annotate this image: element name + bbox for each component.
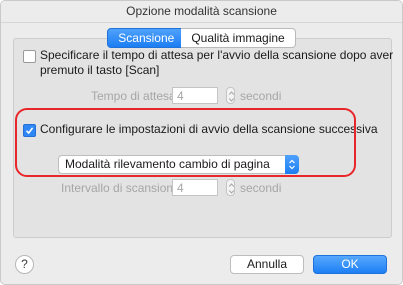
cancel-button[interactable]: Annulla <box>230 255 304 274</box>
scan-mode-dialog: Opzione modalità scansione Scansione Qual… <box>0 0 403 285</box>
wait-time-stepper[interactable] <box>226 87 235 104</box>
scan-mode-select[interactable]: Modalità rilevamento cambio di pagina <box>58 155 299 174</box>
wait-time-label-line1: Specificare il tempo di attesa per l'avv… <box>40 48 394 62</box>
chevron-up-down-icon <box>289 159 295 170</box>
scan-interval-unit: secondi <box>240 181 282 195</box>
next-scan-checkbox[interactable] <box>23 124 36 137</box>
wait-time-checkbox[interactable] <box>23 50 36 63</box>
stepper-arrows-icon <box>228 91 235 102</box>
question-mark-icon[interactable]: ? <box>15 255 34 274</box>
scan-interval-stepper[interactable] <box>226 179 235 196</box>
tab-bar: Scansione Qualità immagine <box>1 28 402 48</box>
tab-scansione[interactable]: Scansione <box>107 28 186 48</box>
wait-time-label-line2: premuto il tasto [Scan] <box>40 63 160 77</box>
ok-button[interactable]: OK <box>313 255 387 274</box>
wait-time-unit: secondi <box>240 89 282 103</box>
tab-qualita-immagine[interactable]: Qualità immagine <box>181 28 296 48</box>
popup-arrows <box>285 155 299 174</box>
wait-time-input[interactable]: 4 <box>172 87 218 104</box>
stepper-arrows-icon <box>228 183 235 194</box>
scan-mode-selected-value: Modalità rilevamento cambio di pagina <box>65 157 270 171</box>
title-bar: Opzione modalità scansione <box>1 1 402 23</box>
next-scan-label: Configurare le impostazioni di avvio del… <box>40 122 378 136</box>
scan-interval-input[interactable]: 4 <box>172 179 218 196</box>
checkmark-icon <box>25 127 34 135</box>
scan-interval-label: Intervallo di scansione: <box>61 181 184 195</box>
window-title: Opzione modalità scansione <box>126 4 277 18</box>
wait-time-field-label: Tempo di attesa: <box>91 89 180 103</box>
